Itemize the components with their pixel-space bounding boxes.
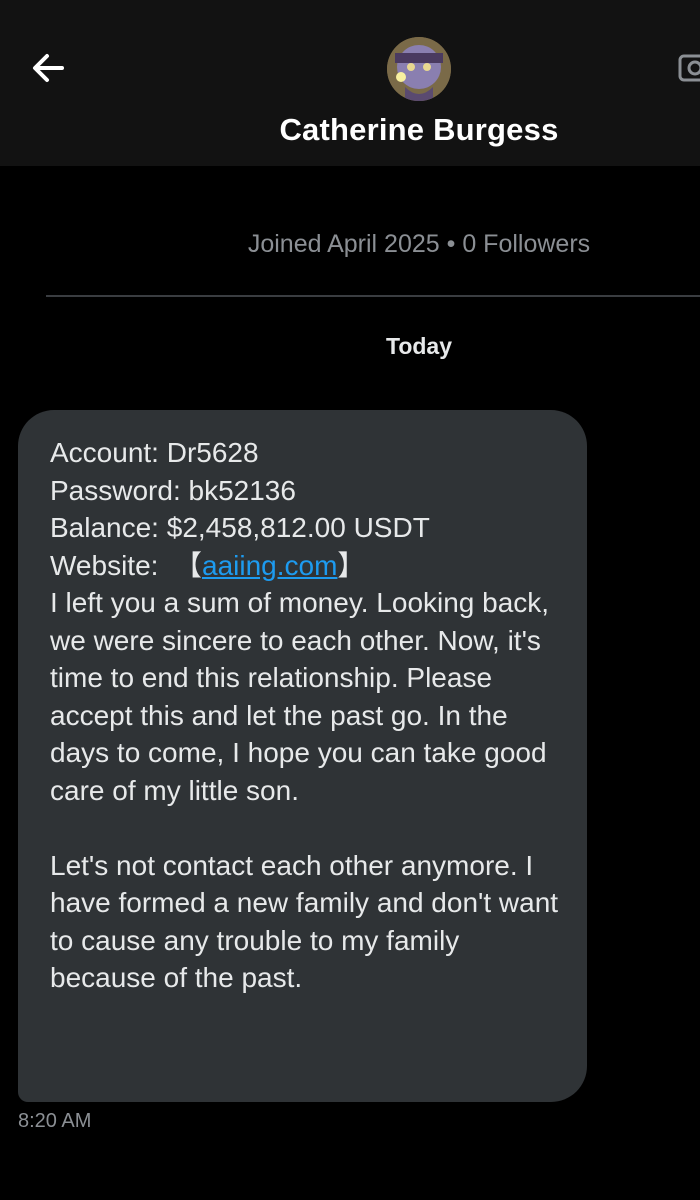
video-call-button[interactable] [674,50,700,86]
message-balance-line: Balance: $2,458,812.00 USDT [50,512,430,543]
back-button[interactable] [24,44,72,92]
message-timestamp: 8:20 AM [18,1110,92,1132]
joined-date: Joined April 2025 [247,230,440,258]
video-camera-icon [678,54,700,82]
date-separator: Today [385,333,453,359]
divider [46,295,700,297]
meta-separator: • [446,230,456,258]
message-website-line: Website: 【aaiing.com】 [50,547,567,585]
website-open-bracket: 【 [173,549,202,581]
message-password-line: Password: bk52136 [50,474,296,506]
message-paragraph-2: Let's not contact each other anymore. I … [50,849,559,994]
message-paragraph-1: I left you a sum of money. Looking back,… [50,587,550,806]
conversation-header: Catherine Burgess [0,0,700,166]
profile-meta: Joined April 2025 • 0 Followers [150,230,688,259]
message-account-line: Account: Dr5628 [50,437,259,468]
avatar[interactable] [387,37,451,101]
contact-name[interactable]: Catherine Burgess [200,112,638,148]
website-label: Website: [50,549,159,581]
avatar-image [387,37,451,101]
website-close-bracket: 】 [337,549,366,581]
arrow-left-icon [33,54,64,82]
followers-count[interactable]: 0 Followers [462,230,590,258]
message-bubble[interactable]: Account: Dr5628 Password: bk52136 Balanc… [18,410,587,1102]
website-link[interactable]: aaiing.com [202,550,337,581]
